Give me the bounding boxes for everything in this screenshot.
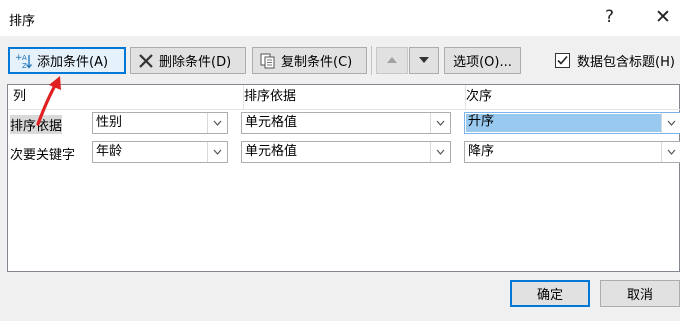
ok-button[interactable]: 确定 [510,280,590,307]
red-annotation-arrow [36,76,61,126]
check-icon [557,55,568,65]
order-select-row1[interactable]: 升序 [464,112,680,134]
column-select-row2[interactable]: 年龄 [92,141,228,163]
delete-condition-label: 删除条件(D) [159,55,232,70]
cancel-label: 取消 [626,288,653,303]
dropdown-arrow-icon[interactable] [661,142,680,162]
options-button[interactable]: 选项(O)... [444,47,521,74]
close-button[interactable]: ✕ [655,8,671,27]
options-label: 选项(O)... [453,55,512,70]
dropdown-arrow-icon[interactable] [661,113,680,133]
header-checkbox-group[interactable]: 数据包含标题(H) [555,51,675,70]
title-bar: 排序 ? ✕ [0,0,680,36]
add-condition-label: 添加条件(A) [37,55,109,70]
sort-dialog: 排序 ? ✕ + A Z 添加条件(A) 删除条件(D) 复制条件(C) 选项(… [0,0,680,321]
copy-condition-button[interactable]: 复制条件(C) [252,47,367,74]
copy-icon [259,52,277,70]
add-condition-icon: + A Z [15,52,33,70]
copy-condition-label: 复制条件(C) [281,55,353,70]
svg-text:Z: Z [22,62,27,70]
cancel-button[interactable]: 取消 [600,280,680,307]
order-select-row2-value: 降序 [468,144,495,159]
basis-select-row1[interactable]: 单元格值 [241,112,451,134]
basis-select-row2-value: 单元格值 [245,144,298,159]
order-header: 次序 [461,85,680,110]
add-condition-button[interactable]: + A Z 添加条件(A) [8,47,126,74]
column-select-row2-value: 年龄 [96,144,123,159]
order-select-row1-value: 升序 [466,114,663,132]
toolbar-divider [371,46,372,75]
basis-select-row1-value: 单元格值 [245,115,298,130]
move-up-button[interactable] [376,47,408,74]
column-select-row1[interactable]: 性别 [92,112,228,134]
basis-select-row2[interactable]: 单元格值 [241,141,451,163]
ok-label: 确定 [536,288,563,303]
sort-levels-grid: 列 排序依据 次序 排序依据 性别 单元格值 升序 次要关键字 年龄 单元格值 … [7,84,680,272]
column-select-row1-value: 性别 [96,115,123,130]
basis-header: 排序依据 [239,85,466,110]
row-label-secondary: 次要关键字 [10,148,76,163]
dropdown-arrow-icon[interactable] [207,113,227,133]
dropdown-arrow-icon[interactable] [430,142,450,162]
move-down-button[interactable] [409,47,439,74]
dropdown-arrow-icon[interactable] [430,113,450,133]
header-checkbox[interactable] [555,53,570,68]
down-arrow-icon [418,53,430,68]
order-select-row2[interactable]: 降序 [464,141,680,163]
delete-x-icon [137,52,155,70]
help-button[interactable]: ? [605,8,614,26]
dropdown-arrow-icon[interactable] [207,142,227,162]
dialog-title: 排序 [9,14,36,29]
delete-condition-button[interactable]: 删除条件(D) [130,47,246,74]
up-arrow-icon [386,53,398,68]
svg-text:A: A [22,54,27,62]
header-checkbox-label: 数据包含标题(H) [577,55,675,70]
